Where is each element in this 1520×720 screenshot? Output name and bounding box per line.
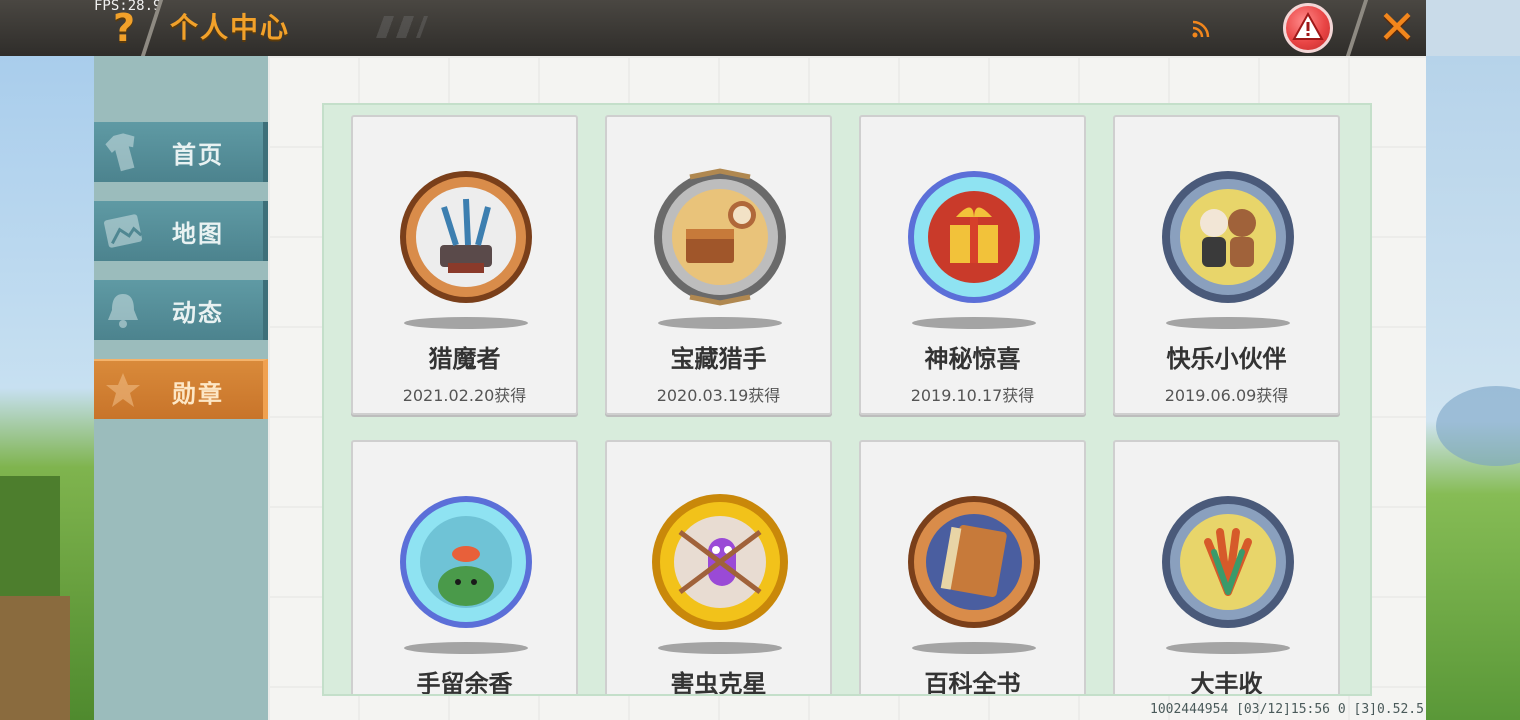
- medal-shadow: [1166, 642, 1290, 654]
- bug-icon: [652, 494, 788, 630]
- scenery-dirt-block: [0, 596, 70, 720]
- scenery-grass-block: [0, 476, 60, 596]
- top-bar-right-cap: [1426, 0, 1520, 56]
- badge-name: 猎魔者: [428, 345, 501, 373]
- medal-shadow: [1166, 317, 1290, 329]
- sidebar: 首页 地图 动态 勋章: [94, 56, 268, 720]
- sidebar-item-medals[interactable]: 勋章: [94, 359, 268, 419]
- badge-card[interactable]: 神秘惊喜 2019.10.17获得: [859, 115, 1086, 415]
- page-title: 个人中心: [170, 11, 291, 44]
- map-picture-icon: [104, 214, 143, 248]
- badge-card[interactable]: 百科全书: [859, 440, 1086, 696]
- sidebar-item-feed[interactable]: 动态: [94, 280, 268, 340]
- close-button[interactable]: ✕: [1372, 2, 1422, 52]
- medal-shadow: [912, 317, 1036, 329]
- badge-card[interactable]: 快乐小伙伴 2019.06.09获得: [1113, 115, 1340, 415]
- badge-name: 手留余香: [416, 670, 513, 696]
- badge-grid[interactable]: 猎魔者 2021.02.20获得 宝藏猎手 2020.03.19获得 神秘惊喜 …: [322, 103, 1372, 696]
- medal-shadow: [658, 317, 782, 329]
- medal-shadow: [912, 642, 1036, 654]
- background-scenery-left: [0, 56, 94, 720]
- friends-icon: [1162, 171, 1294, 303]
- sidebar-item-map[interactable]: 地图: [94, 201, 268, 261]
- medal-icon: [106, 373, 140, 407]
- badge-name: 快乐小伙伴: [1166, 345, 1287, 373]
- badge-card[interactable]: 大丰收: [1113, 440, 1340, 696]
- shirt-icon: [105, 133, 135, 172]
- scenery-hill: [1436, 386, 1520, 466]
- medal-shadow: [658, 642, 782, 654]
- sidebar-item-home[interactable]: 首页: [94, 122, 268, 182]
- version-info: 1002444954 [03/12]15:56 0 [3]0.52.5: [1150, 702, 1424, 717]
- badge-date: 2020.03.19获得: [656, 386, 781, 405]
- background-scenery-right: [1426, 56, 1520, 720]
- help-button[interactable]: ?: [104, 6, 144, 50]
- medal-shadow: [404, 642, 528, 654]
- top-bar: FPS:28.9 ? 个人中心 ✕: [0, 0, 1520, 56]
- rss-icon[interactable]: [1190, 18, 1212, 40]
- title-decoration: [375, 16, 429, 38]
- sidebar-item-label: 地图: [172, 220, 224, 248]
- medal-shadow: [404, 317, 528, 329]
- frog-flower-icon: [400, 496, 532, 628]
- harvest-leaves-icon: [1162, 496, 1294, 628]
- treasure-chest-icon: [654, 168, 786, 306]
- badge-card[interactable]: 宝藏猎手 2020.03.19获得: [605, 115, 832, 415]
- warning-triangle-icon: [1292, 11, 1324, 40]
- badge-date: 2021.02.20获得: [402, 386, 527, 405]
- badge-date: 2019.10.17获得: [910, 386, 1035, 405]
- main-panel: 猎魔者 2021.02.20获得 宝藏猎手 2020.03.19获得 神秘惊喜 …: [268, 56, 1426, 720]
- close-divider: [1345, 0, 1369, 56]
- badge-name: 害虫克星: [670, 670, 767, 696]
- badge-name: 宝藏猎手: [670, 345, 767, 373]
- swords-anvil-icon: [400, 171, 532, 303]
- badge-card[interactable]: 手留余香: [351, 440, 578, 696]
- sidebar-item-label: 首页: [172, 141, 224, 169]
- bell-icon: [108, 294, 138, 328]
- badge-name: 百科全书: [924, 670, 1021, 696]
- badge-name: 大丰收: [1190, 670, 1263, 696]
- sidebar-item-label: 动态: [172, 299, 224, 327]
- gift-box-icon: [908, 171, 1040, 303]
- badge-date: 2019.06.09获得: [1164, 386, 1289, 405]
- badge-name: 神秘惊喜: [924, 345, 1021, 373]
- badge-card[interactable]: 害虫克星: [605, 440, 832, 696]
- sidebar-item-label: 勋章: [172, 380, 224, 408]
- report-alert-button[interactable]: [1283, 3, 1333, 53]
- badge-card[interactable]: 猎魔者 2021.02.20获得: [351, 115, 578, 415]
- book-icon: [908, 496, 1040, 628]
